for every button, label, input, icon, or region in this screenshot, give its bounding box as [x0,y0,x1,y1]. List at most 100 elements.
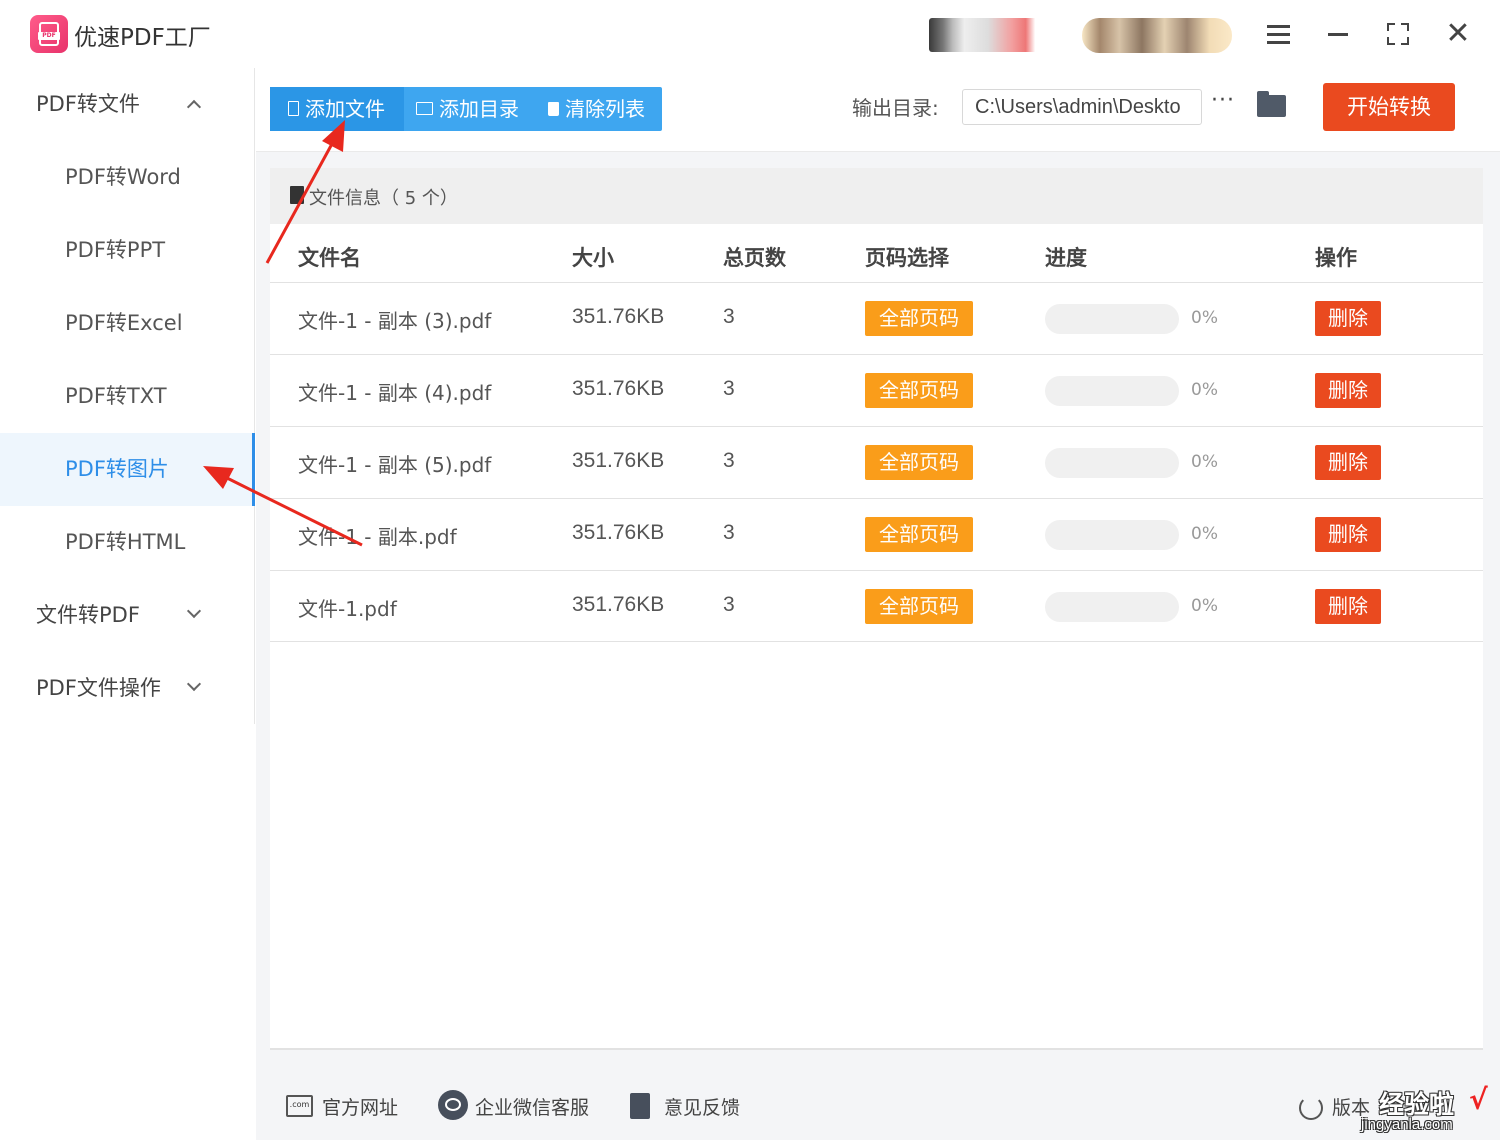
progress-text: 0% [1191,380,1218,400]
file-name: 文件-1 - 副本 (3).pdf [298,309,492,333]
file-size: 351.76KB [572,305,665,328]
table-row: 文件-1 - 副本 (4).pdf 351.76KB 3 全部页码 0% 删除 [270,354,1483,426]
page-count: 3 [723,305,735,328]
delete-button[interactable]: 删除 [1315,589,1381,624]
file-info-title: 文件信息（ 5 个） [309,188,458,209]
clear-list-label: 清除列表 [565,97,645,121]
document-icon [290,186,304,204]
app-logo-icon: PDF [30,15,68,53]
sidebar-item-pdf-image[interactable]: PDF转图片 [0,433,255,506]
toolbar: 添加文件 添加目录 清除列表 输出目录: C:\Users\admin\Desk… [256,68,1500,152]
column-header-name: 文件名 [298,246,361,270]
chevron-down-icon [186,676,202,692]
hamburger-icon[interactable] [1258,14,1298,54]
delete-button[interactable]: 删除 [1315,445,1381,480]
file-size: 351.76KB [572,449,665,472]
start-convert-button[interactable]: 开始转换 [1323,83,1455,131]
file-size: 351.76KB [572,521,665,544]
sidebar-item-pdf-ppt[interactable]: PDF转PPT [0,214,255,287]
output-dir-label: 输出目录: [852,96,939,120]
file-name: 文件-1 - 副本 (4).pdf [298,381,492,405]
progress-bar [1045,376,1179,406]
user-avatar-blurred[interactable] [929,18,1047,52]
add-file-label: 添加文件 [305,97,385,121]
panel-divider [270,1048,1483,1050]
table-row: 文件-1 - 副本 (5).pdf 351.76KB 3 全部页码 0% 删除 [270,426,1483,498]
vip-badge-blurred[interactable] [1082,18,1232,53]
delete-button[interactable]: 删除 [1315,373,1381,408]
sidebar: PDF转文件 PDF转Word PDF转PPT PDF转Excel PDF转TX… [0,68,255,724]
progress-bar [1045,520,1179,550]
progress-bar [1045,304,1179,334]
column-header-progress: 进度 [1045,246,1087,270]
feedback-icon[interactable] [630,1093,650,1119]
clear-list-button[interactable]: 清除列表 [548,87,660,131]
file-name: 文件-1 - 副本.pdf [298,525,457,549]
page-count: 3 [723,593,735,616]
delete-button[interactable]: 删除 [1315,301,1381,336]
chevron-up-icon [186,99,202,115]
column-header-size: 大小 [572,246,614,270]
page-select-button[interactable]: 全部页码 [865,589,973,624]
page-select-button[interactable]: 全部页码 [865,445,973,480]
nav-group-label: PDF文件操作 [36,676,161,700]
website-icon[interactable]: .com [286,1095,313,1117]
file-list-panel: 文件信息（ 5 个） 文件名 大小 总页数 页码选择 进度 操作 文件-1 - … [270,168,1483,1050]
table-row: 文件-1 - 副本 (3).pdf 351.76KB 3 全部页码 0% 删除 [270,282,1483,354]
wechat-service-link[interactable]: 企业微信客服 [475,1093,589,1120]
page-count: 3 [723,377,735,400]
file-icon [288,101,299,116]
folder-outline-icon [416,102,433,115]
sidebar-empty-area [0,724,255,1140]
progress-text: 0% [1191,308,1218,328]
sidebar-item-pdf-excel[interactable]: PDF转Excel [0,287,255,360]
nav-group-label: 文件转PDF [36,603,140,627]
sidebar-item-pdf-word[interactable]: PDF转Word [0,141,255,214]
watermark-url: jingyanla.com [1361,1116,1453,1133]
sidebar-item-pdf-txt[interactable]: PDF转TXT [0,360,255,433]
delete-button[interactable]: 删除 [1315,517,1381,552]
nav-group-pdf-to-file[interactable]: PDF转文件 [0,68,255,141]
page-count: 3 [723,449,735,472]
wechat-service-icon[interactable] [438,1090,468,1120]
refresh-icon[interactable] [1299,1096,1323,1120]
column-header-page-select: 页码选择 [865,246,949,270]
checkmark-icon: √ [1469,1083,1488,1116]
progress-text: 0% [1191,596,1218,616]
footer: .com 官方网址 企业微信客服 意见反馈 版本 [256,1071,1500,1140]
progress-text: 0% [1191,452,1218,472]
progress-bar [1045,592,1179,622]
open-folder-icon[interactable] [1257,91,1286,117]
feedback-link[interactable]: 意见反馈 [664,1093,740,1120]
main-area: 添加文件 添加目录 清除列表 输出目录: C:\Users\admin\Desk… [256,68,1500,1140]
app-title: 优速PDF工厂 [74,25,211,51]
watermark-logo: 经验啦 √ jingyanla.com [1361,1083,1493,1138]
page-select-button[interactable]: 全部页码 [865,301,973,336]
page-count: 3 [723,521,735,544]
close-icon[interactable]: ✕ [1438,14,1478,54]
minimize-icon[interactable] [1318,14,1358,54]
official-website-link[interactable]: 官方网址 [322,1093,398,1120]
add-file-button[interactable]: 添加文件 [270,87,404,131]
file-name: 文件-1 - 副本 (5).pdf [298,453,492,477]
chevron-down-icon [186,603,202,619]
table-row: 文件-1.pdf 351.76KB 3 全部页码 0% 删除 [270,570,1483,642]
panel-header: 文件信息（ 5 个） [270,168,1483,224]
page-select-button[interactable]: 全部页码 [865,517,973,552]
add-dir-label: 添加目录 [439,97,519,121]
trash-icon [548,101,559,116]
column-header-pages: 总页数 [723,246,786,270]
progress-bar [1045,448,1179,478]
nav-group-pdf-ops[interactable]: PDF文件操作 [0,652,255,725]
fullscreen-icon[interactable] [1378,14,1418,54]
add-directory-button[interactable]: 添加目录 [416,87,534,131]
column-header-action: 操作 [1315,246,1357,270]
page-select-button[interactable]: 全部页码 [865,373,973,408]
more-options-icon[interactable]: ··· [1211,88,1235,113]
nav-group-file-to-pdf[interactable]: 文件转PDF [0,579,255,652]
output-dir-field[interactable]: C:\Users\admin\Deskto [962,89,1202,125]
table-row: 文件-1 - 副本.pdf 351.76KB 3 全部页码 0% 删除 [270,498,1483,570]
progress-text: 0% [1191,524,1218,544]
title-bar: PDF 优速PDF工厂 ✕ [0,0,1500,68]
sidebar-item-pdf-html[interactable]: PDF转HTML [0,506,255,579]
